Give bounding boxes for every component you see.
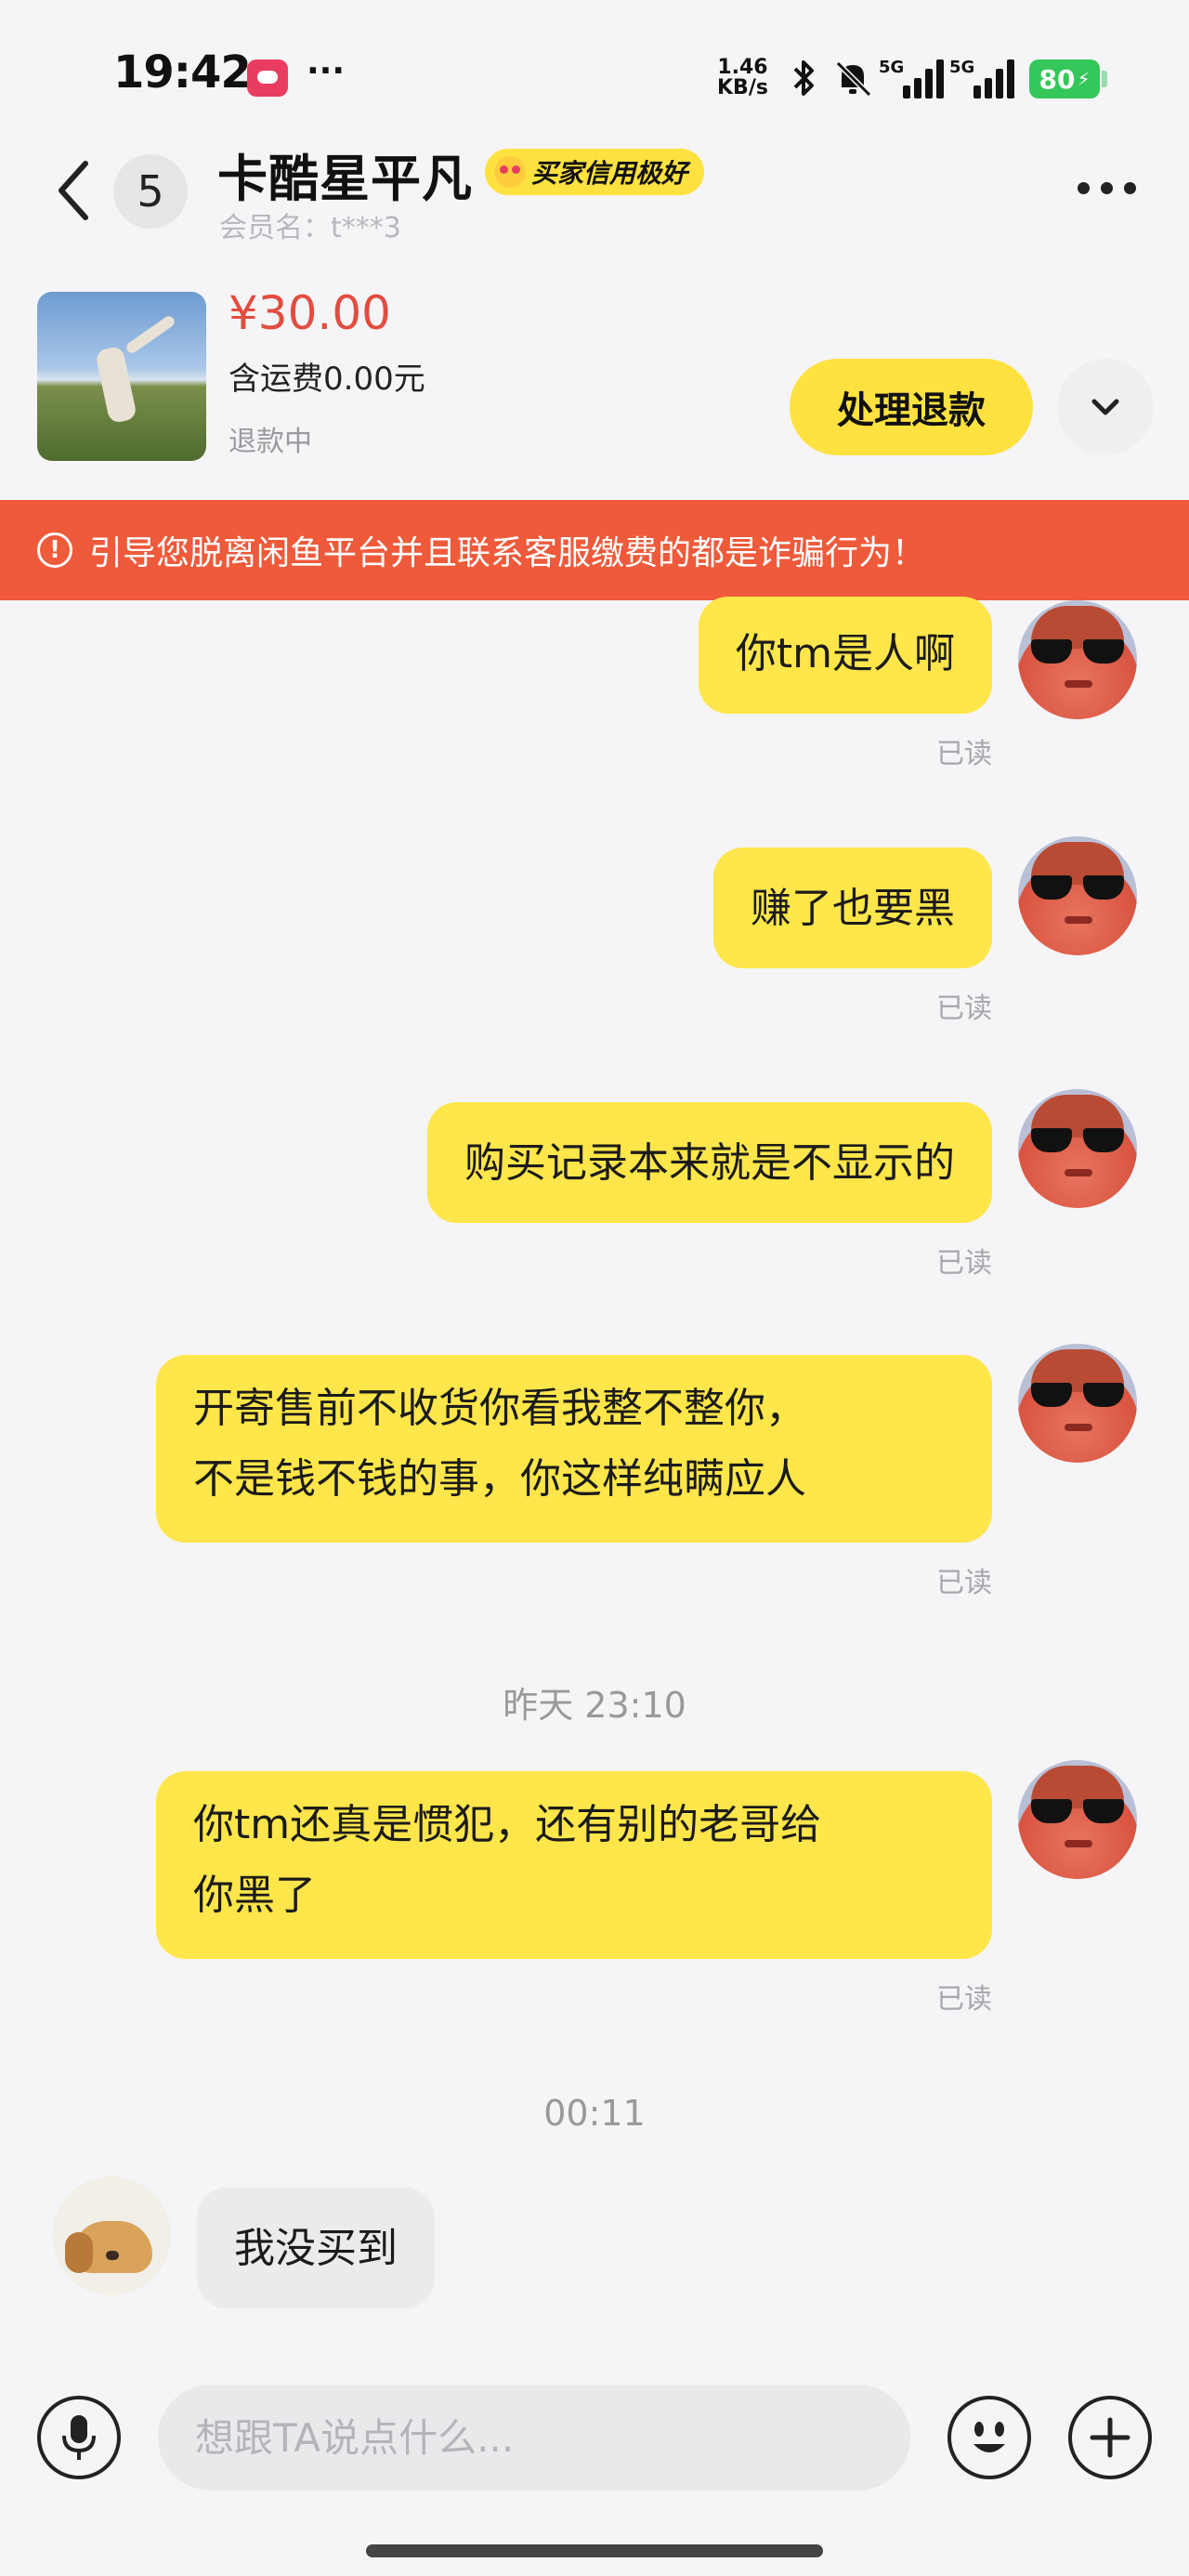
credit-badge-label: 买家信用极好: [531, 158, 688, 189]
read-receipt: 已读: [936, 992, 992, 1025]
my-avatar[interactable]: [1018, 836, 1137, 955]
message-bubble-incoming[interactable]: 我没买到: [197, 2188, 435, 2308]
message-bubble-outgoing[interactable]: 你tm还真是惯犯，还有别的老哥给 你黑了: [156, 1771, 992, 1959]
mute-bell-icon: [832, 58, 873, 99]
timestamp: 00:11: [543, 2093, 646, 2134]
fraud-warning-banner: ! 引导您脱离闲鱼平台并且联系客服缴费的都是诈骗行为！: [0, 500, 1189, 600]
my-avatar[interactable]: [1018, 1344, 1137, 1463]
more-horizontal-icon: [1078, 182, 1090, 194]
status-time: 19:42: [113, 46, 252, 99]
microphone-icon: [62, 2415, 96, 2460]
home-indicator[interactable]: [366, 2544, 823, 2557]
bluetooth-icon: [786, 58, 823, 99]
battery-level: 80: [1039, 63, 1076, 95]
my-avatar[interactable]: [1018, 1760, 1137, 1879]
battery-tip: [1102, 71, 1107, 87]
more-options-button[interactable]: [1078, 182, 1136, 194]
timestamp: 昨天 23:10: [503, 1685, 686, 1726]
read-receipt: 已读: [936, 1983, 992, 2016]
message-bubble-outgoing[interactable]: 你tm是人啊: [698, 597, 992, 714]
contact-name[interactable]: 卡酷星平凡: [217, 138, 473, 211]
cellular-signal-1-icon: 5G: [879, 58, 953, 100]
message-bubble-outgoing[interactable]: 赚了也要黑: [713, 848, 992, 968]
app-notification-icon: [247, 59, 288, 97]
message-line: 你黑了: [193, 1872, 316, 1919]
network-speed-unit: KB/s: [717, 76, 768, 99]
my-avatar[interactable]: [1018, 600, 1137, 719]
voice-input-button[interactable]: [37, 2396, 121, 2479]
chevron-down-icon: [1091, 399, 1119, 415]
message-bubble-outgoing[interactable]: 开寄售前不收货你看我整不整你， 不是钱不钱的事，你这样纯瞒应人: [156, 1355, 992, 1543]
product-image[interactable]: [37, 292, 206, 461]
emoji-button[interactable]: [947, 2396, 1031, 2479]
shipping-fee: 含运费0.00元: [229, 361, 425, 398]
network-speed: 1.46 KB/s: [717, 58, 768, 99]
message-input[interactable]: [158, 2385, 910, 2491]
fraud-warning-text: 引导您脱离闲鱼平台并且联系客服缴费的都是诈骗行为！: [89, 534, 926, 572]
refund-status: 退款中: [229, 426, 312, 458]
message-line: 开寄售前不收货你看我整不整你，: [193, 1385, 806, 1432]
heart-eyes-icon: [494, 156, 526, 188]
more-actions-button[interactable]: [1068, 2396, 1152, 2479]
network-type-1: 5G: [879, 58, 905, 77]
status-more-icon: ···: [307, 52, 346, 90]
message-bubble-outgoing[interactable]: 购买记录本来就是不显示的: [427, 1102, 992, 1223]
charging-icon: ⚡: [1077, 68, 1091, 90]
credit-badge[interactable]: 买家信用极好: [485, 149, 705, 195]
alert-circle-icon: !: [37, 532, 72, 568]
message-line: 不是钱不钱的事，你这样纯瞒应人: [193, 1455, 806, 1503]
read-receipt: 已读: [936, 1567, 992, 1599]
unread-count-badge[interactable]: 5: [113, 154, 188, 229]
chevron-left-icon: [59, 161, 88, 220]
process-refund-button[interactable]: 处理退款: [790, 359, 1033, 455]
member-name: 会员名：t***3: [219, 212, 401, 244]
read-receipt: 已读: [936, 1247, 992, 1280]
product-price: ¥30.00: [229, 286, 391, 340]
cellular-signal-2-icon: 5G: [949, 58, 1024, 100]
emoji-icon: [973, 2422, 1005, 2452]
battery-indicator: 80 ⚡: [1029, 59, 1100, 99]
my-avatar[interactable]: [1018, 1089, 1137, 1208]
back-button[interactable]: [54, 158, 91, 223]
network-speed-value: 1.46: [717, 56, 768, 79]
expand-button[interactable]: [1057, 359, 1154, 455]
read-receipt: 已读: [936, 738, 992, 770]
plus-icon: [1090, 2417, 1130, 2458]
contact-avatar[interactable]: [52, 2176, 171, 2295]
message-line: 你tm还真是惯犯，还有别的老哥给: [193, 1801, 822, 1848]
network-type-2: 5G: [949, 58, 975, 77]
